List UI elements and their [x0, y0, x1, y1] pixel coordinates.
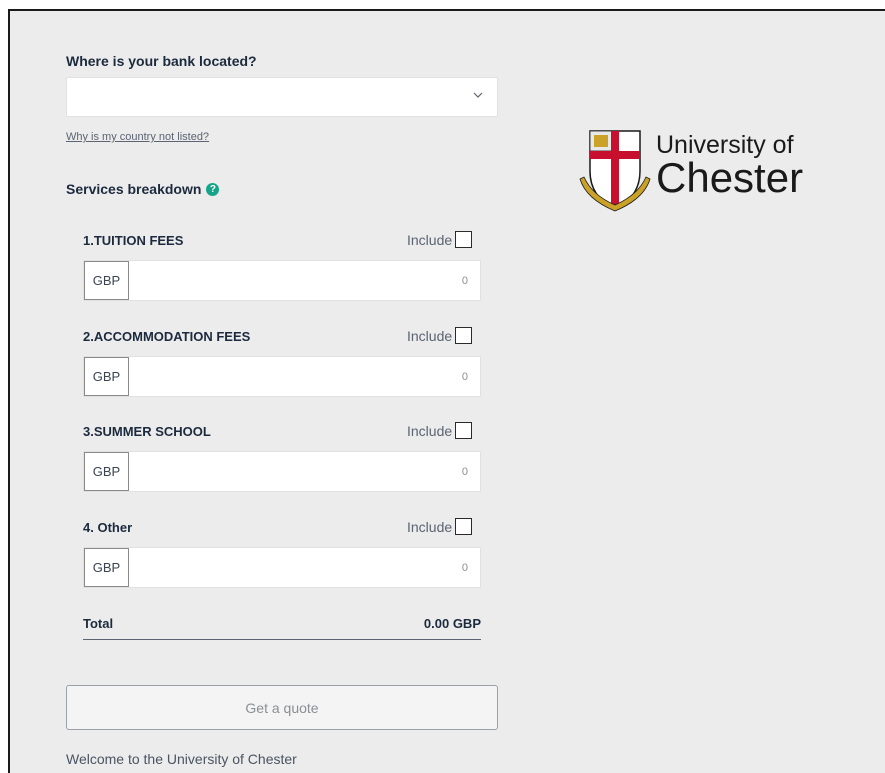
currency-label: GBP — [84, 261, 129, 300]
accommodation-amount-input[interactable] — [129, 357, 480, 396]
currency-label: GBP — [84, 452, 129, 491]
question-circle-icon[interactable]: ? — [206, 182, 220, 196]
currency-label: GBP — [84, 548, 129, 587]
include-other-checkbox[interactable] — [455, 518, 473, 535]
include-summer-school: Include — [407, 422, 473, 439]
amount-row-accommodation: GBP — [83, 356, 481, 397]
amount-row-summer-school: GBP — [83, 451, 481, 492]
bank-location-label: Where is your bank located? — [66, 53, 257, 69]
service-title-accommodation: 2.ACCOMMODATION FEES — [83, 329, 251, 344]
chevron-down-icon — [473, 92, 483, 98]
include-accommodation: Include — [407, 327, 473, 344]
include-label: Include — [407, 422, 453, 439]
service-title-summer-school: 3.SUMMER SCHOOL — [83, 424, 211, 439]
amount-row-other: GBP — [83, 547, 481, 588]
other-amount-input[interactable] — [129, 548, 480, 587]
include-accommodation-checkbox[interactable] — [455, 327, 473, 344]
total-label: Total — [83, 616, 114, 631]
why-country-not-listed-link[interactable]: Why is my country not listed? — [66, 131, 209, 143]
include-tuition: Include — [407, 231, 473, 248]
total-value: 0.00 GBP — [423, 616, 481, 631]
services-breakdown-title: Services breakdown — [66, 181, 202, 197]
get-quote-button[interactable]: Get a quote — [66, 685, 498, 730]
include-label: Include — [407, 518, 453, 535]
include-label: Include — [407, 327, 453, 344]
include-label: Include — [407, 231, 453, 248]
service-title-tuition: 1.TUITION FEES — [83, 233, 184, 248]
include-tuition-checkbox[interactable] — [455, 231, 473, 248]
tuition-amount-input[interactable] — [129, 261, 480, 300]
amount-row-tuition: GBP — [83, 260, 481, 301]
total-divider — [83, 639, 481, 640]
services-breakdown-heading: Services breakdown ? — [66, 181, 220, 197]
service-title-other: 4. Other — [83, 520, 133, 535]
currency-label: GBP — [84, 357, 129, 396]
welcome-text: Welcome to the University of Chester — [66, 751, 297, 767]
page-frame: Where is your bank located? Why is my co… — [8, 9, 885, 773]
summer-school-amount-input[interactable] — [129, 452, 480, 491]
logo-text-line2: Chester — [656, 154, 804, 201]
university-crest-icon — [579, 130, 651, 212]
bank-location-select[interactable] — [66, 77, 498, 117]
include-other: Include — [407, 518, 473, 535]
include-summer-school-checkbox[interactable] — [455, 422, 473, 439]
